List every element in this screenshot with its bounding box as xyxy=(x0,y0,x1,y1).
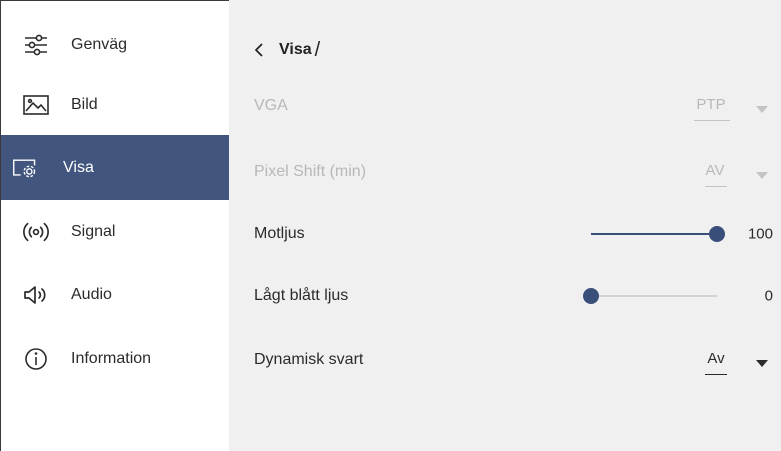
picture-icon xyxy=(23,92,49,118)
page-title: Visa xyxy=(279,41,312,58)
setting-row-low-blue-light: Lågt blått ljus 0 xyxy=(229,266,781,326)
setting-row-vga: VGA PTP xyxy=(229,76,781,136)
breadcrumb-separator: / xyxy=(314,38,321,61)
sidebar-item-label: Visa xyxy=(63,158,94,176)
chevron-down-icon[interactable] xyxy=(755,101,769,113)
breadcrumb: Visa / xyxy=(251,36,320,64)
sidebar-item-signal[interactable]: Signal xyxy=(1,200,229,263)
vga-select-value[interactable]: PTP xyxy=(692,96,730,113)
low-blue-light-value: 0 xyxy=(764,287,773,305)
sidebar-item-label: Genväg xyxy=(71,35,128,53)
dynamic-black-select-underline xyxy=(705,374,727,375)
sidebar-item-label: Information xyxy=(71,349,152,367)
backlight-value: 100 xyxy=(747,225,773,243)
signal-broadcast-icon xyxy=(23,219,49,245)
setting-label: Motljus xyxy=(254,225,305,242)
sidebar: Genväg Bild Visa Signal Audio Informatio… xyxy=(1,1,230,451)
setting-row-backlight: Motljus 100 xyxy=(229,204,781,264)
sidebar-item-label: Bild xyxy=(71,95,98,113)
pixel-shift-select-underline xyxy=(705,186,727,187)
info-icon xyxy=(23,346,49,372)
settings-panel: Visa / VGA PTP Pixel Shift (min) AV Motl… xyxy=(229,0,781,451)
backlight-slider-fill xyxy=(591,233,717,235)
vga-select-underline xyxy=(694,120,730,121)
display-settings-icon xyxy=(12,155,38,181)
chevron-down-icon[interactable] xyxy=(755,167,769,179)
setting-row-dynamic-black: Dynamisk svart Av xyxy=(229,330,781,390)
sidebar-item-bild[interactable]: Bild xyxy=(1,73,229,136)
low-blue-light-slider-thumb[interactable] xyxy=(583,288,599,304)
speaker-icon xyxy=(23,282,49,308)
setting-label: Pixel Shift (min) xyxy=(254,163,367,180)
pixel-shift-select-value[interactable]: AV xyxy=(701,162,729,179)
setting-label: Dynamisk svart xyxy=(254,351,364,368)
sliders-icon xyxy=(23,32,49,58)
sidebar-item-label: Audio xyxy=(71,285,112,303)
chevron-down-icon[interactable] xyxy=(755,355,769,367)
low-blue-light-slider-track[interactable] xyxy=(591,295,717,297)
setting-label: VGA xyxy=(254,97,288,114)
setting-row-pixel-shift: Pixel Shift (min) AV xyxy=(229,142,781,202)
sidebar-item-visa[interactable]: Visa xyxy=(1,135,230,200)
sidebar-item-genvag[interactable]: Genväg xyxy=(1,13,229,76)
sidebar-item-audio[interactable]: Audio xyxy=(1,263,229,326)
sidebar-item-information[interactable]: Information xyxy=(1,327,229,390)
backlight-slider-thumb[interactable] xyxy=(709,226,725,242)
sidebar-item-label: Signal xyxy=(71,222,116,240)
dynamic-black-select-value[interactable]: Av xyxy=(703,350,729,367)
back-chevron-icon[interactable] xyxy=(251,40,267,60)
setting-label: Lågt blått ljus xyxy=(254,287,349,304)
